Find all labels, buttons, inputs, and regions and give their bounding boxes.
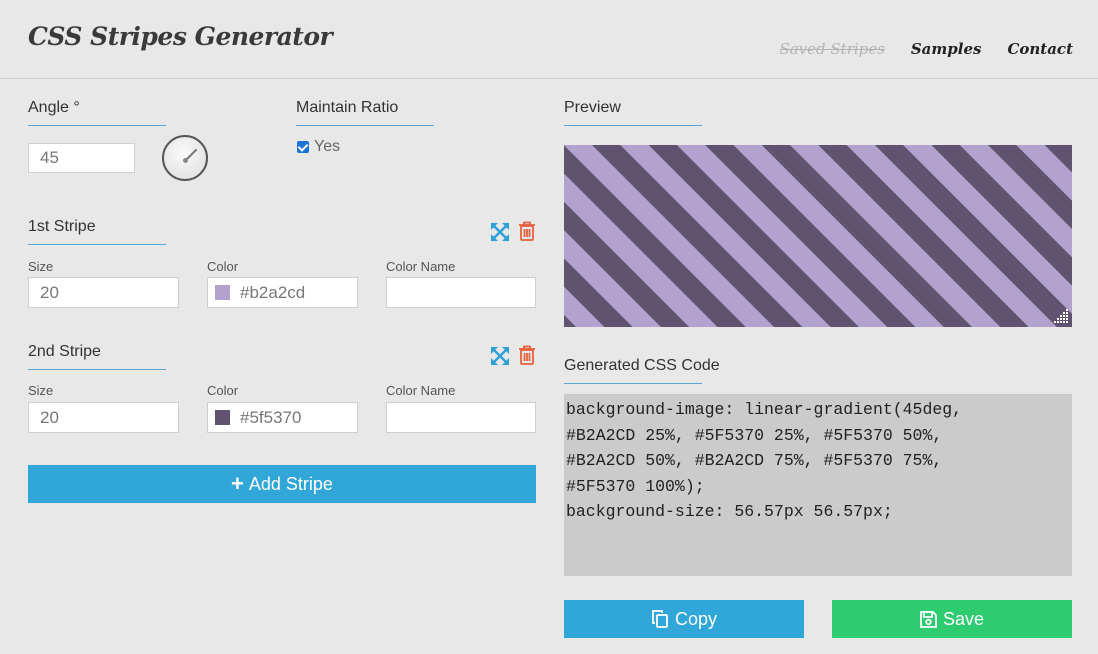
stripe2-color-label: Color [207, 383, 239, 398]
app-title[interactable]: CSS Stripes Generator [28, 22, 333, 51]
ratio-heading: Maintain Ratio [296, 99, 399, 116]
resize-grip-icon[interactable] [1052, 307, 1070, 325]
copy-label: Copy [674, 608, 718, 629]
preview-heading: Preview [564, 99, 621, 116]
maintain-ratio-label[interactable]: Yes [314, 138, 340, 156]
floppy-disk-icon [920, 610, 937, 628]
angle-heading: Angle ° [28, 99, 80, 116]
maintain-ratio-checkbox[interactable] [297, 141, 309, 153]
stripe2-size-input[interactable] [28, 402, 179, 433]
stripe1-color-swatch[interactable] [215, 285, 230, 300]
add-stripe-label: Add Stripe [248, 473, 333, 494]
stripes-preview [564, 145, 1072, 327]
stripe2-color-swatch[interactable] [215, 410, 230, 425]
code-heading-underline [564, 383, 702, 384]
plus-icon: + [231, 471, 244, 496]
stripe2-delete-icon[interactable] [518, 345, 536, 366]
copy-button[interactable]: Copy [564, 600, 804, 638]
stripe1-delete-icon[interactable] [518, 221, 536, 242]
stripe1-expand-icon[interactable] [490, 222, 510, 242]
code-heading: Generated CSS Code [564, 357, 720, 374]
preview-heading-underline [564, 125, 702, 126]
angle-dial-hub [183, 158, 188, 163]
nav-contact[interactable]: Contact [1007, 40, 1073, 58]
copy-icon [652, 610, 668, 628]
main-nav: Saved Stripes Samples Contact [779, 40, 1073, 58]
angle-dial[interactable] [162, 135, 208, 181]
angle-heading-underline [28, 125, 166, 126]
stripe2-heading: 2nd Stripe [28, 343, 101, 360]
stripe2-heading-underline [28, 369, 166, 370]
generated-css-code[interactable]: background-image: linear-gradient(45deg,… [564, 394, 1072, 576]
add-stripe-button[interactable]: + Add Stripe [28, 465, 536, 503]
stripe2-name-input[interactable] [386, 402, 536, 433]
stripe2-expand-icon[interactable] [490, 346, 510, 366]
stripe1-color-label: Color [207, 259, 239, 274]
angle-input[interactable] [28, 143, 135, 173]
stripe1-size-label: Size [28, 259, 54, 274]
stripe1-size-input[interactable] [28, 277, 179, 308]
stripe2-size-label: Size [28, 383, 54, 398]
save-label: Save [942, 608, 985, 629]
stripe2-name-label: Color Name [386, 383, 456, 398]
stripe1-name-label: Color Name [386, 259, 456, 274]
stripe1-heading: 1st Stripe [28, 218, 96, 235]
ratio-heading-underline [296, 125, 434, 126]
nav-samples[interactable]: Samples [911, 40, 982, 58]
nav-saved-stripes[interactable]: Saved Stripes [779, 40, 884, 58]
app-header: CSS Stripes Generator Saved Stripes Samp… [0, 0, 1098, 79]
save-button[interactable]: Save [832, 600, 1072, 638]
stripe1-name-input[interactable] [386, 277, 536, 308]
stripe1-heading-underline [28, 244, 166, 245]
